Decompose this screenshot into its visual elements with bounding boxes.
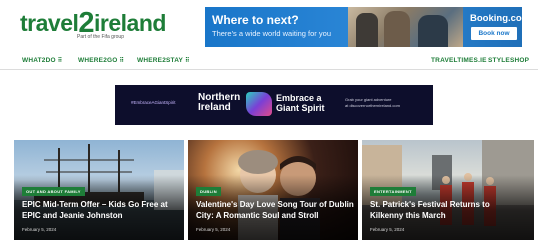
booking-ad-subline: There's a wide world waiting for you — [212, 29, 331, 38]
nav-item-where2stay[interactable]: WHERE2STAY ⠿ — [137, 57, 190, 64]
ad-small-print: Grab your giant adventure at discovernor… — [345, 97, 425, 109]
nav-item-label: WHERE2GO — [78, 57, 118, 64]
embrace-slogan: Embrace a Giant Spirit — [276, 93, 325, 113]
category-badge[interactable]: Out and About Family — [22, 187, 85, 196]
booking-ad-photo — [348, 7, 463, 47]
slogan-line2: Giant Spirit — [276, 103, 325, 113]
booking-ad-banner[interactable]: Where to next? There's a wide world wait… — [205, 7, 522, 47]
ad-hashtag: #EmbraceAGiantSpirit — [131, 100, 176, 105]
site-logo[interactable]: travel2ireland Part of the Fifa group — [20, 8, 166, 44]
nav-link-traveltimes[interactable]: TRAVELTIMES.IE — [431, 57, 487, 64]
person-figure — [418, 15, 448, 47]
category-badge[interactable]: Entertainment — [370, 187, 416, 196]
article-date: February 5, 2024 — [22, 227, 57, 232]
person-figure — [356, 13, 378, 47]
grid-menu-icon: ⠿ — [57, 58, 63, 64]
nav-item-label: WHAT2DO — [22, 57, 56, 64]
slogan-line1: Embrace a — [276, 93, 322, 103]
article-date: February 5, 2024 — [196, 227, 231, 232]
ni-logo-mark-icon — [246, 92, 272, 116]
ni-brand-text: Northern Ireland — [198, 93, 240, 113]
booking-ad-headline: Where to next? — [212, 13, 299, 27]
logo-wordmark: travel2ireland — [20, 9, 166, 38]
booking-brand-logo: Booking.com — [470, 13, 522, 24]
logo-text-part2: ireland — [94, 10, 166, 36]
category-badge[interactable]: Dublin — [196, 187, 221, 196]
grid-menu-icon: ⠿ — [185, 58, 190, 64]
ni-brand-line2: Ireland — [198, 102, 231, 113]
article-date: February 5, 2024 — [370, 227, 405, 232]
nav-item-where2go[interactable]: WHERE2GO ⠿ — [78, 57, 124, 64]
northern-ireland-ad-banner[interactable]: #EmbraceAGiantSpirit Northern Ireland Em… — [115, 85, 433, 125]
book-now-button[interactable]: Book now — [471, 27, 517, 40]
nav-item-label: WHERE2STAY — [137, 57, 184, 64]
article-title[interactable]: St. Patrick's Festival Returns to Kilken… — [370, 199, 525, 221]
nav-item-what2do[interactable]: WHAT2DO ⠿ — [22, 57, 62, 64]
main-nav: WHAT2DO ⠿ WHERE2GO ⠿ WHERE2STAY ⠿ TRAVELTIM… — [0, 54, 538, 70]
article-title[interactable]: EPIC Mid-Term Offer – Kids Go Free at EP… — [22, 199, 182, 221]
article-title[interactable]: Valentine's Day Love Song Tour of Dublin… — [196, 199, 356, 221]
site-header: travel2ireland Part of the Fifa group Wh… — [0, 0, 538, 52]
logo-text-part1: travel — [20, 10, 79, 36]
grid-menu-icon: ⠿ — [119, 58, 125, 64]
logo-tagline: Part of the Fifa group — [77, 34, 124, 40]
person-figure — [384, 11, 410, 47]
small-print-line2: at discovernorthernireland.com — [345, 103, 400, 108]
nav-link-styleshop[interactable]: STYLESHOP — [488, 57, 529, 64]
